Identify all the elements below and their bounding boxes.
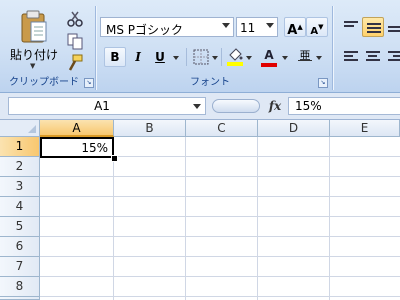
paste-icon	[21, 10, 47, 43]
underline-label: U	[155, 50, 165, 64]
column-header-b[interactable]: B	[114, 120, 186, 137]
font-color-dropdown-icon[interactable]	[282, 56, 288, 60]
align-left-icon	[344, 51, 358, 63]
grid-line	[40, 256, 400, 257]
formula-bar-splitter[interactable]	[212, 99, 260, 113]
grid-line	[40, 176, 400, 177]
phonetic-button[interactable]: 亜	[294, 46, 316, 66]
toolbar-separator	[221, 48, 222, 66]
select-all-button[interactable]	[0, 120, 40, 137]
align-center-button[interactable]	[362, 47, 384, 67]
font-size-value: 11	[240, 21, 256, 35]
align-top-button[interactable]	[340, 17, 362, 37]
row-header-1[interactable]: 1	[0, 137, 40, 157]
align-middle-icon	[367, 23, 381, 35]
row-header-6[interactable]: 6	[0, 237, 40, 257]
fill-color-dropdown-icon[interactable]	[246, 56, 252, 60]
fx-icon: fx	[268, 99, 282, 113]
increase-font-label: A	[287, 23, 298, 38]
ribbon: 貼り付け ▼ クリップボード ↘ MS Pゴシック 11 A▲ A▼ B I U	[0, 0, 400, 93]
cell-a1[interactable]: 15%	[40, 137, 114, 158]
underline-button[interactable]: U	[149, 47, 171, 67]
align-center-icon	[366, 51, 380, 63]
cell-area[interactable]	[40, 137, 400, 300]
align-top-icon	[344, 21, 358, 29]
insert-function-button[interactable]: fx	[264, 97, 286, 115]
row-header-8[interactable]: 8	[0, 277, 40, 297]
grid-line	[40, 236, 400, 237]
fill-handle[interactable]	[111, 155, 118, 162]
chevron-down-icon[interactable]	[193, 104, 201, 109]
paste-button[interactable]: 貼り付け ▼	[10, 10, 59, 70]
row-header-7[interactable]: 7	[0, 257, 40, 277]
font-size-select[interactable]: 11	[236, 17, 278, 37]
italic-label: I	[135, 50, 141, 64]
borders-dropdown-icon[interactable]	[212, 56, 218, 60]
formula-bar: A1 fx 15%	[0, 93, 400, 120]
font-name-select[interactable]: MS Pゴシック	[100, 17, 234, 37]
group-divider	[95, 6, 96, 90]
decrease-font-size-button[interactable]: A▼	[306, 17, 328, 37]
name-box[interactable]: A1	[8, 97, 206, 115]
italic-button[interactable]: I	[127, 47, 149, 67]
row-header-3[interactable]: 3	[0, 177, 40, 197]
cell-a1-value: 15%	[81, 141, 108, 155]
cut-icon[interactable]	[66, 10, 84, 28]
clipboard-group-label: クリップボード	[9, 77, 79, 88]
grid-line	[40, 296, 400, 297]
grid-line	[40, 196, 400, 197]
paste-dropdown-icon[interactable]: ▼	[30, 62, 35, 70]
borders-icon[interactable]	[192, 48, 210, 66]
bold-button[interactable]: B	[104, 47, 126, 67]
decrease-font-label: A	[310, 26, 319, 37]
font-color-label: A	[264, 48, 274, 62]
column-header-e[interactable]: E	[330, 120, 400, 137]
font-group-label: フォント	[190, 77, 230, 88]
align-right-icon	[388, 51, 400, 63]
bold-label: B	[110, 50, 120, 64]
column-header-a[interactable]: A	[40, 120, 114, 137]
clipboard-launcher-icon[interactable]: ↘	[84, 78, 94, 88]
column-header-d[interactable]: D	[258, 120, 330, 137]
column-header-c[interactable]: C	[186, 120, 258, 137]
toolbar-separator	[186, 48, 187, 66]
row-header-2[interactable]: 2	[0, 157, 40, 177]
copy-icon[interactable]	[66, 32, 84, 50]
phonetic-underline	[298, 60, 312, 61]
chevron-down-icon	[222, 23, 230, 28]
grid-line	[40, 276, 400, 277]
font-name-value: MS Pゴシック	[106, 23, 184, 37]
format-painter-icon[interactable]	[66, 54, 84, 72]
align-bottom-button[interactable]	[384, 17, 400, 37]
align-left-button[interactable]	[340, 47, 362, 67]
row-header-4[interactable]: 4	[0, 197, 40, 217]
grid-line	[40, 216, 400, 217]
phonetic-dropdown-icon[interactable]	[316, 56, 322, 60]
chevron-down-icon	[266, 23, 274, 28]
align-bottom-icon	[388, 26, 400, 34]
underline-dropdown-icon[interactable]	[173, 56, 179, 60]
font-color-bar	[261, 63, 277, 67]
row-header-5[interactable]: 5	[0, 217, 40, 237]
name-box-value: A1	[94, 99, 110, 113]
paste-label: 貼り付け	[10, 48, 59, 62]
fill-color-icon[interactable]	[226, 46, 244, 68]
formula-input[interactable]: 15%	[288, 97, 400, 115]
increase-font-size-button[interactable]: A▲	[284, 17, 306, 38]
font-color-button[interactable]: A	[258, 45, 280, 65]
formula-value: 15%	[295, 99, 322, 113]
align-middle-button[interactable]	[362, 17, 384, 37]
align-right-button[interactable]	[384, 47, 400, 67]
worksheet-grid: A B C D E 1 2 3 4 5 6 7 8 9 15%	[0, 120, 400, 300]
group-divider	[332, 6, 333, 90]
font-launcher-icon[interactable]: ↘	[318, 78, 328, 88]
